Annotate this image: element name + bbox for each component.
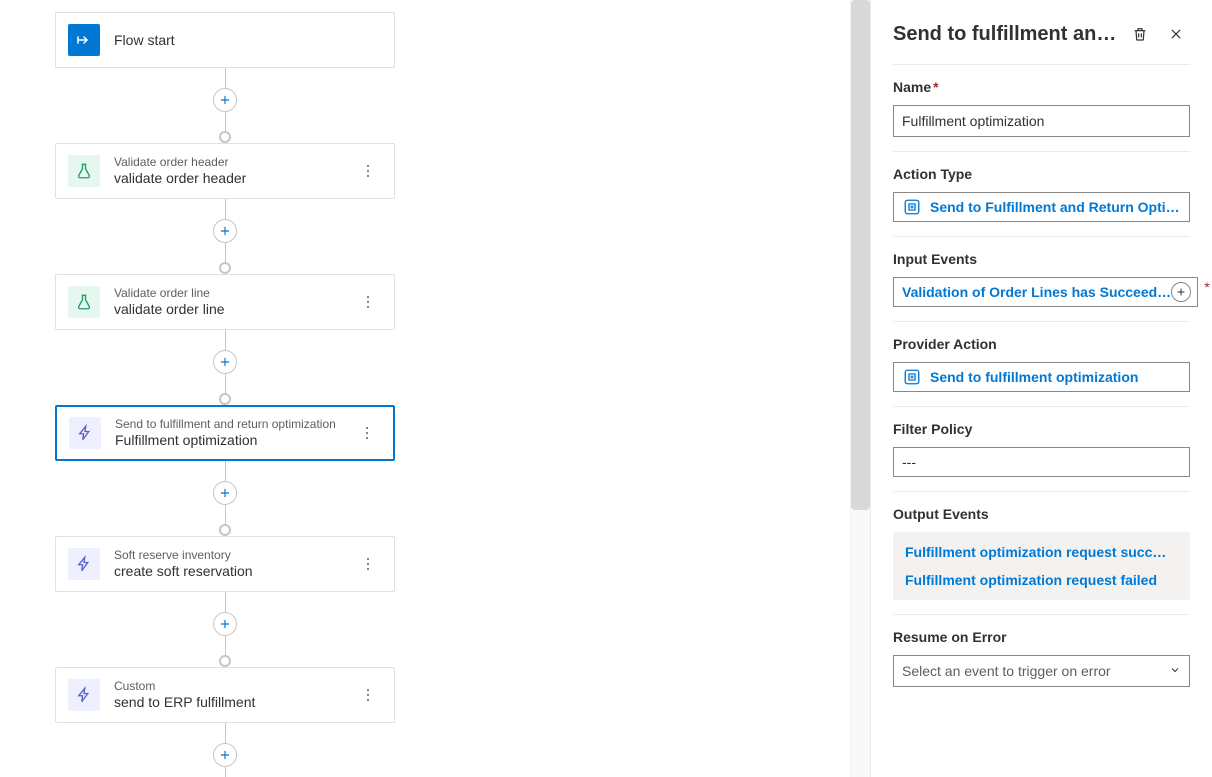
flow-node[interactable]: Customsend to ERP fulfillment: [55, 667, 395, 723]
provider-action-picker[interactable]: Send to fulfillment optimization: [893, 362, 1190, 392]
provider-action-icon: [902, 367, 922, 387]
delete-button[interactable]: [1126, 20, 1154, 48]
connector: [55, 199, 395, 274]
connector-port: [219, 131, 231, 143]
flow-node[interactable]: Soft reserve inventorycreate soft reserv…: [55, 536, 395, 592]
flow-start-icon: [68, 24, 100, 56]
bolt-icon: [69, 417, 101, 449]
connector-port: [219, 524, 231, 536]
resume-on-error-placeholder: Select an event to trigger on error: [902, 663, 1111, 679]
node-eyebrow: Soft reserve inventory: [114, 548, 354, 562]
close-icon: [1169, 27, 1183, 41]
connector-port: [219, 655, 231, 667]
more-vertical-icon: [367, 689, 369, 701]
filter-policy-label: Filter Policy: [893, 421, 1190, 437]
node-more-button[interactable]: [354, 550, 382, 578]
input-events-required-marker: *: [1204, 277, 1209, 295]
flask-icon: [68, 286, 100, 318]
section-output-events: Output Events Fulfillment optimization r…: [893, 491, 1190, 614]
node-eyebrow: Custom: [114, 679, 354, 693]
connector: [55, 461, 395, 536]
add-input-event-button[interactable]: [1171, 282, 1191, 302]
action-type-picker[interactable]: Send to Fulfillment and Return Optimiza…: [893, 192, 1190, 222]
node-more-button[interactable]: [354, 157, 382, 185]
panel-header: Send to fulfillment an…: [893, 0, 1190, 64]
more-vertical-icon: [366, 427, 368, 439]
add-step-button[interactable]: [213, 219, 237, 243]
provider-action-label: Provider Action: [893, 336, 1190, 352]
connector: [55, 330, 395, 405]
flow-column: Flow start Validate order headervalidate…: [0, 12, 450, 777]
node-more-button[interactable]: [354, 288, 382, 316]
connector: [213, 723, 237, 777]
section-provider-action: Provider Action Send to fulfillment opti…: [893, 321, 1190, 406]
bolt-icon: [68, 679, 100, 711]
connector-port: [219, 262, 231, 274]
connector-port: [219, 393, 231, 405]
section-resume-on-error: Resume on Error Select an event to trigg…: [893, 614, 1190, 701]
node-more-button[interactable]: [353, 419, 381, 447]
section-action-type: Action Type Send to Fulfillment and Retu…: [893, 151, 1190, 236]
flask-icon: [68, 155, 100, 187]
add-step-button[interactable]: [213, 743, 237, 767]
output-event-item[interactable]: Fulfillment optimization request failed: [903, 566, 1180, 594]
output-event-item[interactable]: Fulfillment optimization request succ…: [903, 538, 1180, 566]
node-eyebrow: Send to fulfillment and return optimizat…: [115, 417, 353, 431]
properties-panel: Send to fulfillment an… Name* Action Typ…: [870, 0, 1212, 777]
section-name: Name*: [893, 64, 1190, 151]
app-root: Flow start Validate order headervalidate…: [0, 0, 1212, 777]
close-panel-button[interactable]: [1162, 20, 1190, 48]
more-vertical-icon: [367, 558, 369, 570]
node-title: validate order line: [114, 300, 354, 318]
flow-start-node[interactable]: Flow start: [55, 12, 395, 68]
flow-node[interactable]: Validate order headervalidate order head…: [55, 143, 395, 199]
node-eyebrow: Validate order line: [114, 286, 354, 300]
flow-start-label: Flow start: [114, 31, 382, 49]
add-step-button[interactable]: [213, 481, 237, 505]
more-vertical-icon: [367, 165, 369, 177]
node-eyebrow: Validate order header: [114, 155, 354, 169]
input-events-label: Input Events: [893, 251, 1190, 267]
flow-node[interactable]: Send to fulfillment and return optimizat…: [55, 405, 395, 461]
node-title: create soft reservation: [114, 562, 354, 580]
section-filter-policy: Filter Policy ---: [893, 406, 1190, 491]
connector: [55, 592, 395, 667]
trash-icon: [1132, 26, 1148, 42]
plus-icon: [1175, 286, 1187, 298]
action-type-label: Action Type: [893, 166, 1190, 182]
bolt-icon: [68, 548, 100, 580]
add-step-button[interactable]: [213, 350, 237, 374]
panel-title: Send to fulfillment an…: [893, 23, 1118, 46]
filter-policy-value[interactable]: ---: [893, 447, 1190, 477]
resume-on-error-label: Resume on Error: [893, 629, 1190, 645]
add-step-button[interactable]: [213, 612, 237, 636]
output-events-label: Output Events: [893, 506, 1190, 522]
input-events-picker[interactable]: Validation of Order Lines has Succeed…: [893, 277, 1198, 307]
resume-on-error-select[interactable]: Select an event to trigger on error: [893, 655, 1190, 687]
add-step-button[interactable]: [213, 88, 237, 112]
name-label: Name*: [893, 79, 1190, 95]
name-input[interactable]: [893, 105, 1190, 137]
node-title: validate order header: [114, 169, 354, 187]
node-title: Fulfillment optimization: [115, 431, 353, 449]
action-type-value: Send to Fulfillment and Return Optimiza…: [930, 199, 1183, 215]
flow-canvas[interactable]: Flow start Validate order headervalidate…: [0, 0, 850, 777]
input-events-value: Validation of Order Lines has Succeed…: [902, 284, 1171, 300]
node-more-button[interactable]: [354, 681, 382, 709]
flow-node[interactable]: Validate order linevalidate order line: [55, 274, 395, 330]
provider-action-value: Send to fulfillment optimization: [930, 369, 1183, 385]
section-input-events: Input Events Validation of Order Lines h…: [893, 236, 1190, 321]
action-type-icon: [902, 197, 922, 217]
chevron-down-icon: [1169, 663, 1181, 679]
more-vertical-icon: [367, 296, 369, 308]
output-events-list: Fulfillment optimization request succ… F…: [893, 532, 1190, 600]
node-title: send to ERP fulfillment: [114, 693, 354, 711]
canvas-scrollbar[interactable]: [850, 0, 870, 777]
connector: [55, 68, 395, 143]
